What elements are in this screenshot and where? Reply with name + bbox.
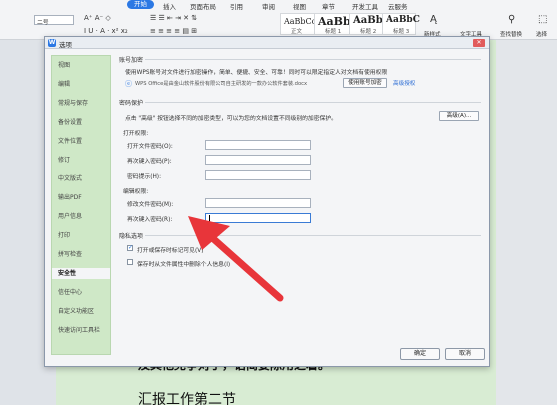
dialog-title: 选项 <box>59 41 72 49</box>
style-heading-3[interactable]: AaBbC 标题 3 <box>382 13 420 35</box>
annotation-arrow-icon <box>188 216 284 302</box>
sidebar-item[interactable]: 快速访问工具栏 <box>58 325 100 334</box>
sidebar-item[interactable]: 信任中心 <box>58 287 82 296</box>
open-password-again-input[interactable] <box>205 155 311 165</box>
open-password-input[interactable] <box>205 140 311 150</box>
font-size-value: 二号 <box>37 20 49 26</box>
file-name: WPS Office是由金山软件股份有限公司自主研发的一款办公软件套装.docx <box>135 81 308 87</box>
edit-password-input[interactable] <box>205 198 311 208</box>
cancel-button[interactable]: 取消 <box>445 348 485 360</box>
tab-page-layout[interactable]: 页面布局 <box>190 1 216 11</box>
select-label[interactable]: 选择 <box>536 30 547 38</box>
close-icon[interactable]: ✕ <box>473 39 485 47</box>
tab-view[interactable]: 视图 <box>293 1 306 11</box>
dialog-titlebar[interactable]: W 选项 ✕ <box>45 37 489 49</box>
password-hint-input[interactable] <box>205 170 311 180</box>
open-permission-label: 打开权限: <box>123 131 149 137</box>
tab-review[interactable]: 审阅 <box>262 1 275 11</box>
privacy-option-1-checkbox[interactable] <box>127 244 133 251</box>
divider <box>145 59 481 60</box>
font-size-select[interactable]: 二号 <box>34 15 74 26</box>
sidebar-item[interactable]: 用户信息 <box>58 211 82 220</box>
new-style-icon[interactable]: Ą <box>430 14 437 25</box>
sidebar-item[interactable]: 安全性 <box>52 267 110 279</box>
divider <box>145 102 481 103</box>
account-description: 使用WPS账号对文件进行加密操作，简单、便捷、安全、可靠！同时可以限定指定人对文… <box>125 70 388 76</box>
style-heading-1[interactable]: AaBb 标题 1 <box>314 13 351 35</box>
password-section-title: 密码保护 <box>119 100 144 107</box>
select-icon[interactable]: ⬚ <box>538 14 547 25</box>
tab-chapter[interactable]: 章节 <box>322 1 335 11</box>
edit-password-again-label: 再次键入密码(R): <box>127 217 173 223</box>
ok-button[interactable]: 确定 <box>400 348 440 360</box>
open-password-again-label: 再次键入密码(P): <box>127 159 172 165</box>
password-hint-label: 密码提示(H): <box>127 174 162 180</box>
search-icon[interactable]: ⚲ <box>508 14 515 25</box>
edit-password-label: 修改文件密码(M): <box>127 202 174 208</box>
document-line-2: 汇报工作第二节 <box>138 392 236 405</box>
security-panel: 账号加密 使用WPS账号对文件进行加密操作，简单、便捷、安全、可靠！同时可以限定… <box>117 55 485 355</box>
document-margin <box>496 40 557 405</box>
sidebar-item[interactable]: 常规与保存 <box>58 98 88 107</box>
tab-insert[interactable]: 插入 <box>163 1 176 11</box>
privacy-option-2-checkbox[interactable] <box>127 259 133 265</box>
wps-logo-icon: W <box>48 39 56 47</box>
advanced-button[interactable]: 高级(A)... <box>439 111 479 121</box>
tab-references[interactable]: 引用 <box>230 1 243 11</box>
use-account-encrypt-button[interactable]: 使用账号加密 <box>343 78 387 88</box>
grow-font-icon[interactable]: A⁺ A⁻ ◇ <box>84 14 111 22</box>
advanced-auth-link[interactable]: 高级授权 <box>393 79 415 87</box>
info-icon: ⓔ <box>125 80 132 88</box>
tab-start[interactable]: 开始 <box>127 0 154 9</box>
sidebar-item[interactable]: 修订 <box>58 155 70 164</box>
find-replace-label[interactable]: 查找替换 <box>500 30 522 38</box>
options-dialog: W 选项 ✕ 视图 编辑 常规与保存 备份设置 文件位置 修订 中文版式 输出PDF 用户信息打… <box>44 36 490 367</box>
sidebar-item[interactable]: 文件位置 <box>58 136 82 145</box>
options-sidebar: 视图编辑常规与保存备份设置文件位置修订中文版式输出PDF 用户信息打印拼写检查安全… <box>51 55 111 355</box>
tab-developer[interactable]: 开发工具 <box>352 1 378 11</box>
account-section-title: 账号加密 <box>119 57 144 64</box>
font-format-icons[interactable]: I U · A · x² x₂ <box>84 27 128 35</box>
edit-permission-label: 编辑权限: <box>123 189 149 195</box>
ribbon: 开始 插入 页面布局 引用 审阅 视图 章节 开发工具 云服务 二号 A⁺ A⁻… <box>0 0 557 40</box>
open-password-label: 打开文件密码(O): <box>127 144 173 150</box>
sidebar-item[interactable]: 自定义功能区 <box>58 306 94 315</box>
style-heading-2[interactable]: AaBb( 标题 2 <box>349 13 387 35</box>
sidebar-item[interactable]: 中文版式 <box>58 173 82 182</box>
sidebar-item[interactable]: 打印 <box>58 230 70 239</box>
ribbon-tabs: 开始 插入 页面布局 引用 审阅 视图 章节 开发工具 云服务 <box>0 0 557 11</box>
sidebar-item[interactable]: 备份设置 <box>58 117 82 126</box>
sidebar-item[interactable]: 编辑 <box>58 79 70 88</box>
sidebar-item[interactable]: 输出PDF <box>58 192 82 201</box>
align-icons[interactable]: ≡ ≡ ≡ ≡ ▤ ⊞ <box>150 27 197 35</box>
list-icons[interactable]: ☰ ☰ ⇤ ⇥ ✕ ⇅ <box>150 14 197 22</box>
privacy-section-title: 隐私选项 <box>119 233 144 240</box>
password-description: 点击 "高级" 按钮选择不同的加密类型，可以为您的文档设置不同级别的加密保护。 <box>125 116 337 122</box>
sidebar-item[interactable]: 视图 <box>58 60 70 69</box>
tab-cloud[interactable]: 云服务 <box>388 1 408 11</box>
sidebar-item[interactable]: 拼写检查 <box>58 249 82 258</box>
